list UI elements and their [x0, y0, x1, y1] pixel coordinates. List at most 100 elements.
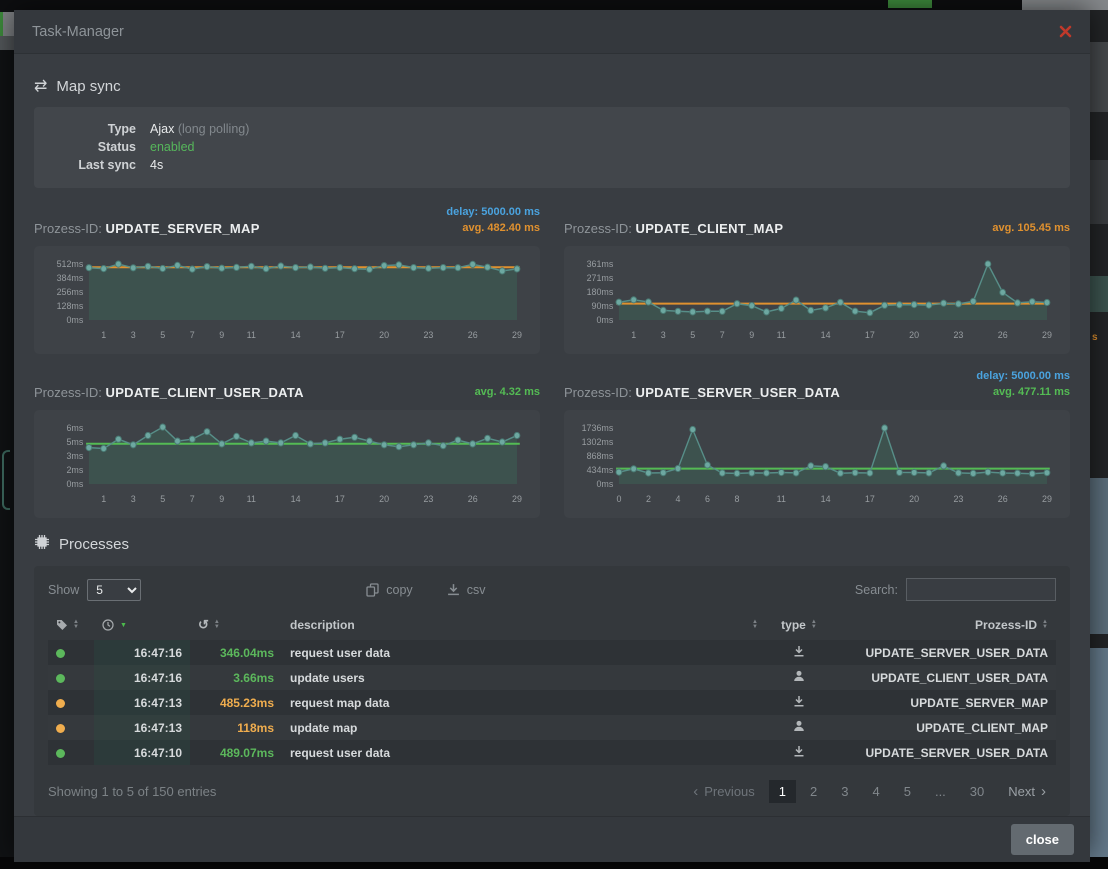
status-cell — [48, 640, 94, 665]
description-cell: update map — [282, 715, 766, 740]
page-size-select[interactable]: 5 — [87, 579, 141, 601]
column-header-description[interactable]: description ▲▼ — [282, 613, 766, 640]
svg-text:2: 2 — [646, 494, 651, 504]
page-button-2[interactable]: 2 — [800, 780, 827, 803]
map-sync-heading: ⇄ Map sync — [34, 78, 1070, 95]
description-cell: request user data — [282, 740, 766, 765]
status-dot — [56, 699, 65, 708]
prozess-id-prefix: Prozess-ID: — [34, 385, 106, 400]
page-button-5[interactable]: 5 — [894, 780, 921, 803]
svg-text:20: 20 — [379, 330, 389, 340]
column-header-status[interactable]: ▲▼ — [48, 613, 94, 640]
clock-icon — [102, 619, 114, 631]
sort-icon: ▲▼ — [73, 620, 79, 630]
table-row[interactable]: 16:47:13118msupdate mapUPDATE_CLIENT_MAP — [48, 715, 1056, 740]
search-input[interactable] — [906, 578, 1056, 601]
svg-text:7: 7 — [720, 330, 725, 340]
status-label: Status — [50, 138, 150, 156]
table-row[interactable]: 16:47:13485.23msrequest map dataUPDATE_S… — [48, 690, 1056, 715]
chart-panel: 0ms434ms868ms1302ms1736ms024681114172023… — [564, 410, 1070, 518]
background-fragment: s — [1092, 332, 1098, 343]
page-button-4[interactable]: 4 — [862, 780, 889, 803]
close-icon[interactable] — [1059, 25, 1072, 38]
svg-text:271ms: 271ms — [587, 273, 614, 283]
status-dot — [56, 649, 65, 658]
prozess-id-prefix: Prozess-ID: — [34, 221, 106, 236]
chart-canvas: 0ms2ms3ms5ms6ms1357911141720232629 — [42, 420, 532, 516]
svg-text:5: 5 — [160, 494, 165, 504]
server-download-icon — [793, 645, 805, 657]
task-manager-dialog: Task-Manager ⇄ Map sync Type Ajax (long … — [14, 10, 1090, 855]
duration-cell: 346.04ms — [190, 640, 282, 665]
svg-text:3: 3 — [131, 330, 136, 340]
chart-delay-label: delay: 5000.00 ms — [446, 204, 540, 220]
chevron-right-icon: › — [1041, 783, 1046, 800]
chart-block: Prozess-ID: UPDATE_CLIENT_MAPavg. 105.45… — [564, 190, 1070, 354]
previous-page-button[interactable]: ‹Previous — [683, 779, 765, 804]
next-page-button[interactable]: Next› — [998, 779, 1056, 804]
sync-arrows-icon: ⇄ — [34, 79, 47, 95]
svg-text:20: 20 — [379, 494, 389, 504]
tag-icon — [56, 619, 68, 631]
client-user-icon — [793, 670, 805, 682]
svg-text:384ms: 384ms — [57, 273, 84, 283]
svg-text:20: 20 — [909, 494, 919, 504]
svg-text:512ms: 512ms — [57, 259, 84, 269]
map-sync-info-box: Type Ajax (long polling) Status enabled … — [34, 107, 1070, 188]
svg-text:26: 26 — [998, 330, 1008, 340]
chart-block: Prozess-ID: UPDATE_CLIENT_USER_DATAavg. … — [34, 354, 540, 518]
column-header-type[interactable]: type ▲▼ — [766, 613, 832, 640]
svg-text:2ms: 2ms — [66, 465, 83, 475]
table-controls: Show 5 copy csv — [48, 578, 1056, 601]
type-cell — [766, 715, 832, 740]
chart-canvas: 0ms128ms256ms384ms512ms13579111417202326… — [42, 256, 532, 352]
page-button-1[interactable]: 1 — [769, 780, 796, 803]
chart-canvas: 0ms434ms868ms1302ms1736ms024681114172023… — [572, 420, 1062, 516]
column-header-time[interactable]: ▼ — [94, 613, 190, 640]
table-row[interactable]: 16:47:16346.04msrequest user dataUPDATE_… — [48, 640, 1056, 665]
chart-header: Prozess-ID: UPDATE_SERVER_USER_DATAdelay… — [564, 364, 1070, 400]
svg-text:17: 17 — [865, 330, 875, 340]
time-cell: 16:47:13 — [94, 690, 190, 715]
server-download-icon — [793, 695, 805, 707]
charts-grid: Prozess-ID: UPDATE_SERVER_MAP delay: 5000… — [34, 190, 1070, 518]
chart-avg-label: avg. 482.40 ms — [446, 220, 540, 236]
chart-block: Prozess-ID: UPDATE_SERVER_MAP delay: 5000… — [34, 190, 540, 354]
chart-process-name: UPDATE_SERVER_MAP — [106, 221, 260, 236]
show-label: Show — [48, 583, 79, 597]
svg-text:23: 23 — [953, 330, 963, 340]
svg-text:26: 26 — [468, 330, 478, 340]
status-cell — [48, 690, 94, 715]
svg-text:14: 14 — [291, 330, 301, 340]
description-cell: request map data — [282, 690, 766, 715]
csv-button[interactable]: csv — [447, 583, 486, 597]
table-row[interactable]: 16:47:163.66msupdate usersUPDATE_CLIENT_… — [48, 665, 1056, 690]
sort-desc-icon: ▼ — [120, 622, 127, 629]
table-body: 16:47:16346.04msrequest user dataUPDATE_… — [48, 640, 1056, 765]
chevron-left-icon: ‹ — [693, 783, 698, 800]
page-button-30[interactable]: 30 — [960, 780, 994, 803]
client-user-icon — [793, 720, 805, 732]
svg-text:9: 9 — [749, 330, 754, 340]
svg-text:4: 4 — [675, 494, 680, 504]
table-row[interactable]: 16:47:10489.07msrequest user dataUPDATE_… — [48, 740, 1056, 765]
svg-text:14: 14 — [291, 494, 301, 504]
copy-button[interactable]: copy — [366, 583, 412, 597]
description-cell: request user data — [282, 640, 766, 665]
prozess-id-cell: UPDATE_SERVER_MAP — [832, 690, 1056, 715]
column-header-prozess-id[interactable]: Prozess-ID ▲▼ — [832, 613, 1056, 640]
chart-stats: delay: 5000.00 msavg. 482.40 ms — [446, 204, 540, 236]
page-button-3[interactable]: 3 — [831, 780, 858, 803]
svg-text:29: 29 — [1042, 494, 1052, 504]
column-header-duration[interactable]: ↺ ▲▼ — [190, 613, 282, 640]
page-size-group: Show 5 — [48, 579, 141, 601]
copy-button-label: copy — [386, 583, 412, 597]
svg-text:256ms: 256ms — [57, 287, 84, 297]
svg-text:0ms: 0ms — [66, 479, 83, 489]
type-value: Ajax (long polling) — [150, 120, 249, 138]
svg-text:29: 29 — [512, 330, 522, 340]
close-button[interactable]: close — [1011, 824, 1074, 855]
chart-avg-label: avg. 477.11 ms — [976, 384, 1070, 400]
description-cell: update users — [282, 665, 766, 690]
background-right-strip: s — [1090, 10, 1108, 857]
